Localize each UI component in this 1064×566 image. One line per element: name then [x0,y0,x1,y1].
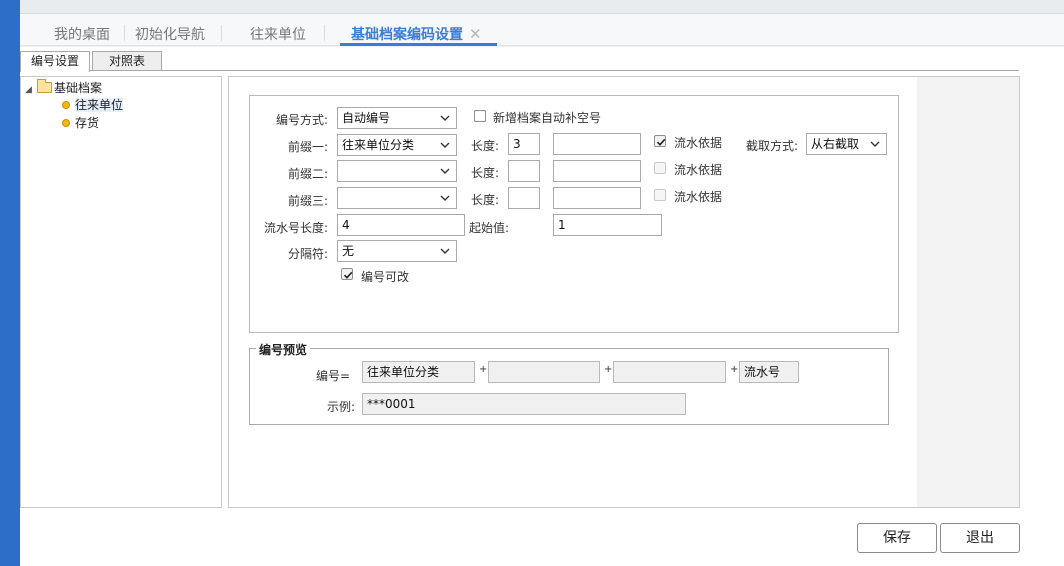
separator-select[interactable]: 无 [337,240,457,262]
length2-input[interactable] [508,160,540,182]
cut-method-select[interactable]: 从右截取 [806,133,887,155]
prefix1-select-value: 往来单位分类 [342,138,415,152]
basis1-label: 流水依据 [674,136,723,150]
preview-legend: 编号预览 [256,341,311,358]
active-tab-underline [340,43,497,46]
method-select-value: 自动编号 [342,111,391,125]
tab-init-nav[interactable]: 初始化导航 [135,24,205,44]
chevron-down-icon [440,161,452,181]
window-top-strip [0,0,1064,14]
subtab-baseline [20,70,1019,71]
basis3-checkbox[interactable] [654,189,666,201]
prefix1-select[interactable]: 往来单位分类 [337,134,457,156]
main-tab-bar: 我的桌面 初始化导航 往来单位 基础档案编码设置 ✕ [20,14,1064,46]
subtab-code-settings[interactable]: 编号设置 [20,51,90,72]
tab-partners[interactable]: 往来单位 [250,24,306,44]
chevron-down-icon [440,135,452,155]
method-label: 编号方式: [275,113,328,127]
subtab-mapping-table[interactable]: 对照表 [92,51,162,71]
plus-sign: + [730,364,739,375]
serial-length-label: 流水号长度: [263,221,328,235]
cut-method-value: 从右截取 [811,137,860,151]
length3-input[interactable] [508,187,540,209]
length1-input[interactable]: 3 [508,133,540,155]
serial-length-input[interactable]: 4 [337,214,465,236]
editable-label: 编号可改 [361,270,410,284]
prefix2-extra-input[interactable] [553,160,641,182]
chevron-down-icon [440,188,452,208]
tree-root-label: 基础档案 [54,81,103,95]
tree-item-label: 存货 [75,116,100,130]
start-value-label: 起始值: [469,221,510,235]
tab-separator [324,25,325,41]
basis2-label: 流水依据 [674,163,723,177]
tab-archive-code-settings-label: 基础档案编码设置 [351,27,463,43]
prefix1-label: 前缀一: [287,140,328,154]
content-side-shade [917,77,1019,507]
tab-separator [124,25,125,41]
example-label: 示例: [326,400,355,414]
method-select[interactable]: 自动编号 [337,107,457,129]
tab-separator [221,25,222,41]
preview-serial: 流水号 [739,361,799,383]
chevron-down-icon [440,241,452,261]
length3-label: 长度: [470,193,499,207]
editable-checkbox[interactable] [341,268,353,280]
start-value-input[interactable]: 1 [553,214,662,236]
separator-label: 分隔符: [287,247,328,261]
prefix3-extra-input[interactable] [553,187,641,209]
basis3-label: 流水依据 [674,190,723,204]
preview-part2 [488,361,600,383]
close-icon[interactable]: ✕ [469,25,482,43]
archive-tree-panel [20,76,222,508]
plus-sign: + [479,364,488,375]
length2-label: 长度: [470,166,499,180]
tree-item-partners[interactable]: 往来单位 [62,96,124,113]
checkmark-icon [656,138,666,146]
auto-fill-label: 新增档案自动补空号 [493,111,602,125]
separator-select-value: 无 [342,244,355,258]
left-nav-strip [0,0,20,566]
prefix3-label: 前缀三: [287,194,328,208]
tree-item-label: 往来单位 [75,98,124,112]
node-bullet-icon [62,101,70,109]
basis1-checkbox[interactable] [654,135,666,147]
basis2-checkbox[interactable] [654,162,666,174]
chevron-down-icon [440,108,452,128]
prefix2-label: 前缀二: [287,167,328,181]
cut-method-label: 截取方式: [745,139,798,153]
save-button[interactable]: 保存 [857,523,937,553]
prefix1-extra-input[interactable] [553,133,641,155]
tree-root[interactable]: ◢ 基础档案 [25,79,102,96]
checkmark-icon [343,271,353,279]
prefix2-select[interactable] [337,160,457,182]
folder-icon [37,79,52,93]
example-value: ***0001 [362,393,686,415]
prefix3-select[interactable] [337,187,457,209]
collapse-triangle-icon[interactable]: ◢ [25,85,37,95]
code-label: 编号= [315,369,350,383]
plus-sign: + [604,364,613,375]
node-bullet-icon [62,119,70,127]
chevron-down-icon [870,134,882,154]
preview-part1: 往来单位分类 [362,361,475,383]
tab-archive-code-settings[interactable]: 基础档案编码设置 ✕ [351,24,482,44]
length1-label: 长度: [470,139,499,153]
exit-button[interactable]: 退出 [940,523,1020,553]
tab-desktop[interactable]: 我的桌面 [54,24,110,44]
auto-fill-checkbox[interactable] [474,110,486,122]
tree-item-inventory[interactable]: 存货 [62,114,99,131]
preview-part3 [613,361,726,383]
